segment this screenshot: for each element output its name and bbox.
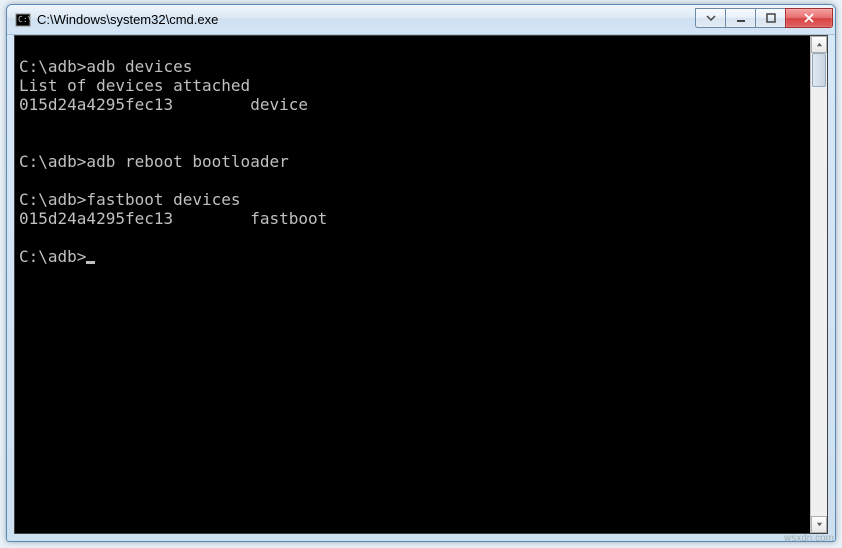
scroll-thumb[interactable]: [812, 53, 826, 87]
cursor: [86, 261, 95, 264]
scroll-up-button[interactable]: [811, 36, 827, 53]
cmd-window: C:\ C:\Windows\system32\cmd.exe C:\adb>a…: [6, 4, 836, 542]
watermark: wsxdn.com: [784, 533, 834, 544]
cmd-icon: C:\: [15, 12, 31, 28]
close-button[interactable]: [785, 8, 833, 28]
scroll-down-button[interactable]: [811, 516, 827, 533]
window-title: C:\Windows\system32\cmd.exe: [37, 12, 695, 27]
console-output[interactable]: C:\adb>adb devices List of devices attac…: [15, 36, 810, 533]
maximize-button[interactable]: [755, 8, 785, 28]
dropdown-button[interactable]: [695, 8, 725, 28]
titlebar[interactable]: C:\ C:\Windows\system32\cmd.exe: [7, 5, 835, 35]
svg-text:C:\: C:\: [18, 15, 31, 24]
scroll-track[interactable]: [811, 53, 827, 516]
window-controls: [695, 8, 833, 28]
vertical-scrollbar[interactable]: [810, 36, 827, 533]
console-area: C:\adb>adb devices List of devices attac…: [14, 35, 828, 534]
minimize-button[interactable]: [725, 8, 755, 28]
